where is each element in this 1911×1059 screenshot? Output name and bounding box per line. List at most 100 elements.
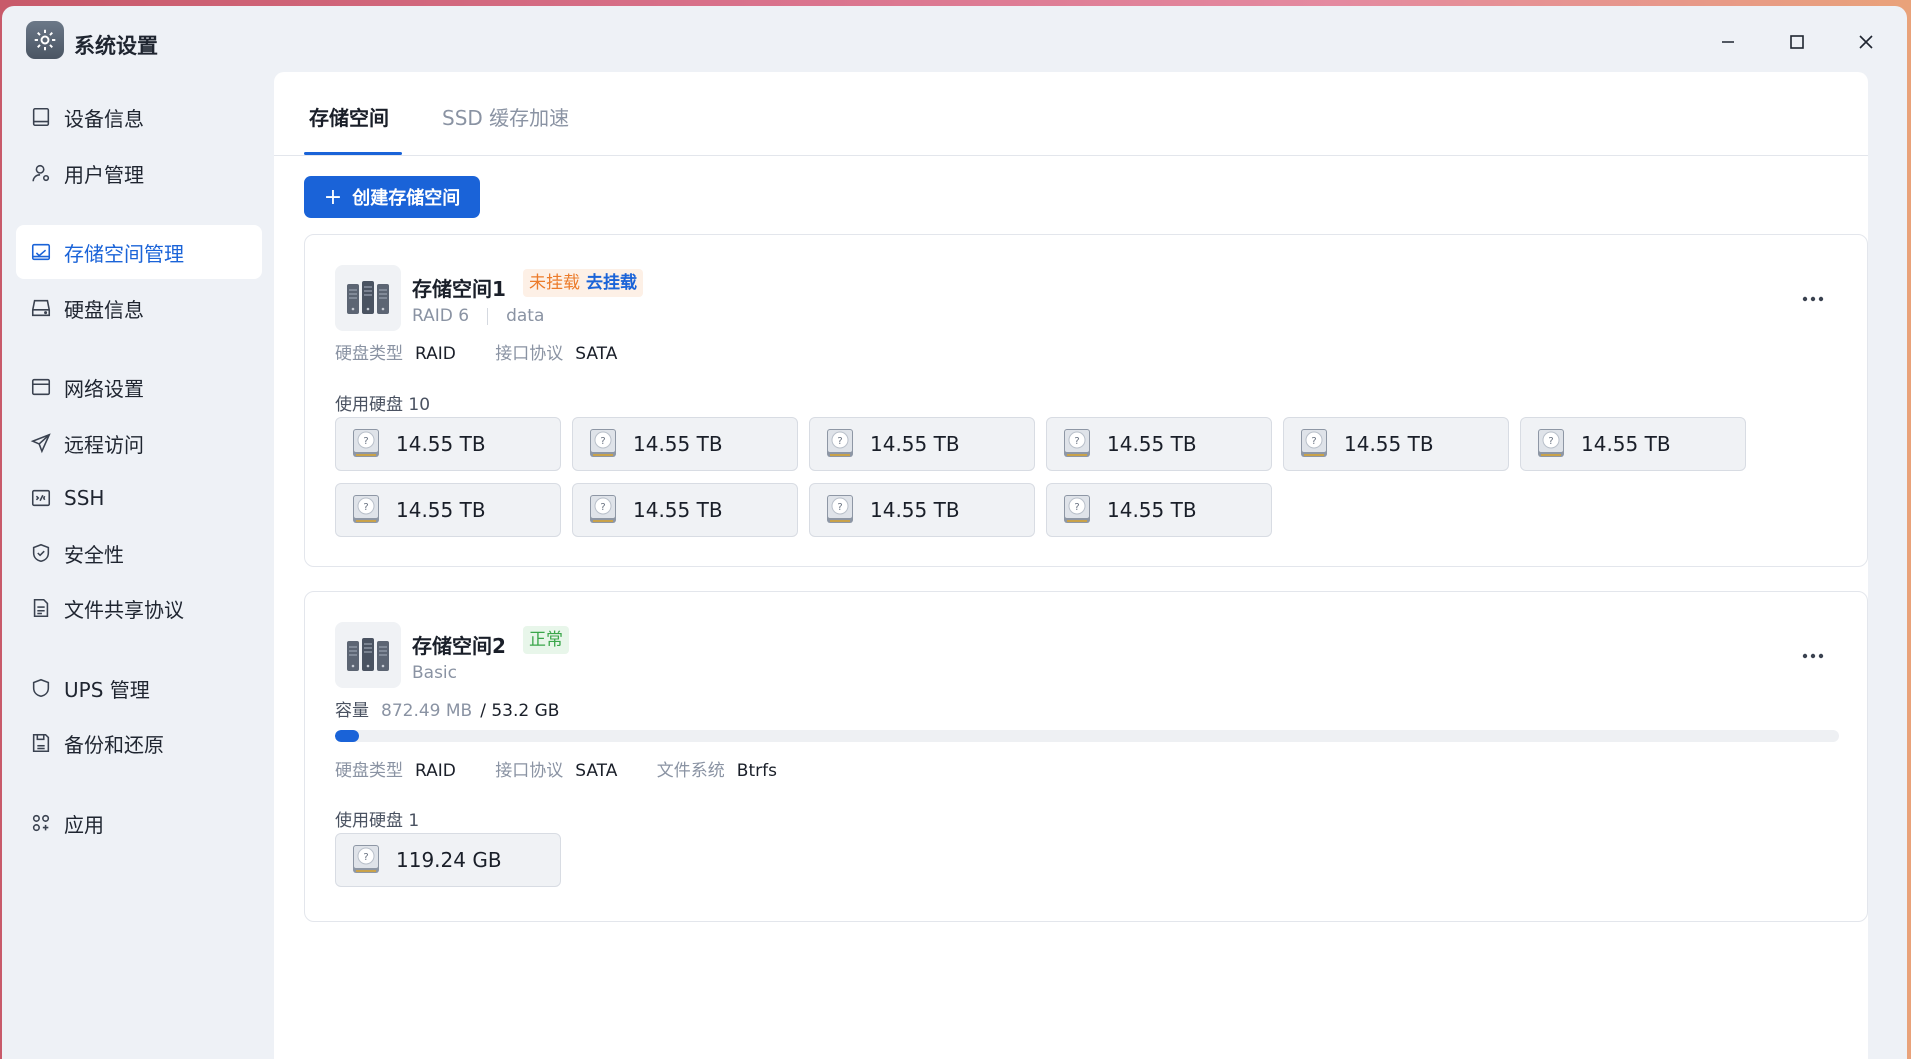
minimize-icon xyxy=(1722,41,1734,43)
maximize-icon xyxy=(1790,35,1804,49)
svg-text:?: ? xyxy=(1074,502,1079,513)
disk-chip[interactable]: ? 14.55 TB xyxy=(335,417,561,471)
sidebar-item-disk-info[interactable]: 硬盘信息 xyxy=(16,281,262,335)
sidebar-item-label: 文件共享协议 xyxy=(64,597,184,622)
sidebar-item-label: 安全性 xyxy=(64,542,124,567)
sidebar-item-ups[interactable]: UPS 管理 xyxy=(16,661,262,715)
sidebar-item-label: 应用 xyxy=(64,812,104,837)
disk-capacity: 14.55 TB xyxy=(396,498,486,522)
sidebar-item-label: UPS 管理 xyxy=(64,677,150,702)
disk-capacity: 119.24 GB xyxy=(396,848,502,872)
disk-capacity: 14.55 TB xyxy=(396,432,486,456)
hard-drive-icon: ? xyxy=(353,495,379,523)
tab-bar: 存储空间 SSD 缓存加速 xyxy=(274,72,1868,156)
disk-capacity: 14.55 TB xyxy=(633,498,723,522)
tab-active-indicator xyxy=(304,152,402,155)
svg-text:?: ? xyxy=(600,502,605,513)
svg-text:?: ? xyxy=(1548,436,1553,447)
hard-drive-icon: ? xyxy=(353,429,379,457)
protocol-label: 接口协议 xyxy=(495,761,564,781)
sidebar-item-ssh[interactable]: SSH xyxy=(16,471,262,525)
disk-chip[interactable]: ? 14.55 TB xyxy=(335,483,561,537)
disk-chip[interactable]: ? 14.55 TB xyxy=(1520,417,1746,471)
svg-text:?: ? xyxy=(363,852,368,863)
mount-link[interactable]: 去挂载 xyxy=(586,273,637,293)
disk-chip[interactable]: ? 14.55 TB xyxy=(572,483,798,537)
window-title: 系统设置 xyxy=(74,34,158,58)
shield-icon xyxy=(32,678,50,698)
device-info-icon xyxy=(32,107,50,127)
server-icon xyxy=(335,265,401,331)
hard-drive-icon: ? xyxy=(1301,429,1327,457)
status-text: 未挂载 xyxy=(529,273,580,293)
more-options-button[interactable] xyxy=(1797,283,1829,315)
sidebar-item-label: SSH xyxy=(64,486,105,510)
svg-text:?: ? xyxy=(1311,436,1316,447)
create-storage-button[interactable]: + 创建存储空间 xyxy=(304,176,480,218)
more-options-button[interactable] xyxy=(1797,640,1829,672)
capacity-total: / 53.2 GB xyxy=(480,701,560,721)
disk-chip[interactable]: ? 14.55 TB xyxy=(1046,417,1272,471)
pool-subtitle: Basic xyxy=(412,663,457,683)
sidebar-item-backup[interactable]: 备份和还原 xyxy=(16,716,262,770)
pool-subtitle: RAID 6 data xyxy=(412,306,544,326)
sidebar-item-label: 硬盘信息 xyxy=(64,297,144,322)
disk-chip[interactable]: ? 14.55 TB xyxy=(809,483,1035,537)
sidebar-item-network[interactable]: 网络设置 xyxy=(16,360,262,414)
storage-icon xyxy=(31,243,51,261)
disk-capacity: 14.55 TB xyxy=(1107,432,1197,456)
more-icon xyxy=(1802,653,1824,659)
send-icon xyxy=(30,433,51,454)
sidebar-item-apps[interactable]: 应用 xyxy=(16,796,262,850)
svg-text:?: ? xyxy=(600,436,605,447)
sidebar-item-security[interactable]: 安全性 xyxy=(16,526,262,580)
disk-chip[interactable]: ? 14.55 TB xyxy=(1046,483,1272,537)
maximize-button[interactable] xyxy=(1779,24,1815,60)
disk-chip[interactable]: ? 119.24 GB xyxy=(335,833,561,887)
disk-capacity: 14.55 TB xyxy=(633,432,723,456)
pool-name: 存储空间1 xyxy=(412,277,506,301)
sidebar-item-users[interactable]: 用户管理 xyxy=(16,146,262,200)
disk-type-label: 硬盘类型 xyxy=(335,344,403,364)
hard-drive-icon: ? xyxy=(1064,429,1090,457)
disk-type-label: 硬盘类型 xyxy=(335,761,403,781)
document-icon xyxy=(33,598,49,618)
pool-meta: 硬盘类型 RAID 接口协议 SATA xyxy=(335,339,651,364)
minimize-button[interactable] xyxy=(1710,24,1746,60)
close-icon xyxy=(1859,35,1873,49)
hard-drive-icon: ? xyxy=(353,845,379,873)
disk-capacity: 14.55 TB xyxy=(870,432,960,456)
tab-ssd-cache[interactable]: SSD 缓存加速 xyxy=(442,102,569,131)
protocol-label: 接口协议 xyxy=(495,344,564,364)
hard-drive-icon: ? xyxy=(590,429,616,457)
svg-text:?: ? xyxy=(363,436,368,447)
capacity-row: 容量 872.49 MB / 53.2 GB xyxy=(335,696,559,721)
network-icon xyxy=(31,378,51,396)
pool-name: 存储空间2 xyxy=(412,634,506,658)
sidebar-item-storage[interactable]: 存储空间管理 xyxy=(16,225,262,279)
sidebar-item-file-sharing[interactable]: 文件共享协议 xyxy=(16,581,262,635)
sidebar-item-label: 远程访问 xyxy=(64,432,144,457)
protocol-value: SATA xyxy=(575,344,618,364)
backup-icon xyxy=(32,733,50,753)
tab-storage[interactable]: 存储空间 xyxy=(309,102,389,131)
raid-level: Basic xyxy=(412,663,458,683)
disk-chip[interactable]: ? 14.55 TB xyxy=(1283,417,1509,471)
plus-icon: + xyxy=(323,184,343,210)
status-badge: 正常 xyxy=(523,626,569,654)
sidebar-item-device-info[interactable]: 设备信息 xyxy=(16,90,262,144)
protocol-value: SATA xyxy=(575,761,618,781)
hard-drive-icon: ? xyxy=(1538,429,1564,457)
disk-type-value: RAID xyxy=(415,761,456,781)
sidebar-item-remote-access[interactable]: 远程访问 xyxy=(16,416,262,470)
raid-level: RAID 6 xyxy=(412,306,470,326)
capacity-progress-fill xyxy=(335,730,360,742)
filesystem-value: Btrfs xyxy=(736,761,777,781)
disk-chip[interactable]: ? 14.55 TB xyxy=(572,417,798,471)
sidebar-item-label: 备份和还原 xyxy=(64,732,164,757)
disks-used-label: 使用硬盘 10 xyxy=(335,395,431,415)
gear-icon xyxy=(26,21,64,59)
disk-chip[interactable]: ? 14.55 TB xyxy=(809,417,1035,471)
close-button[interactable] xyxy=(1848,24,1884,60)
capacity-used: 872.49 MB xyxy=(381,701,473,721)
